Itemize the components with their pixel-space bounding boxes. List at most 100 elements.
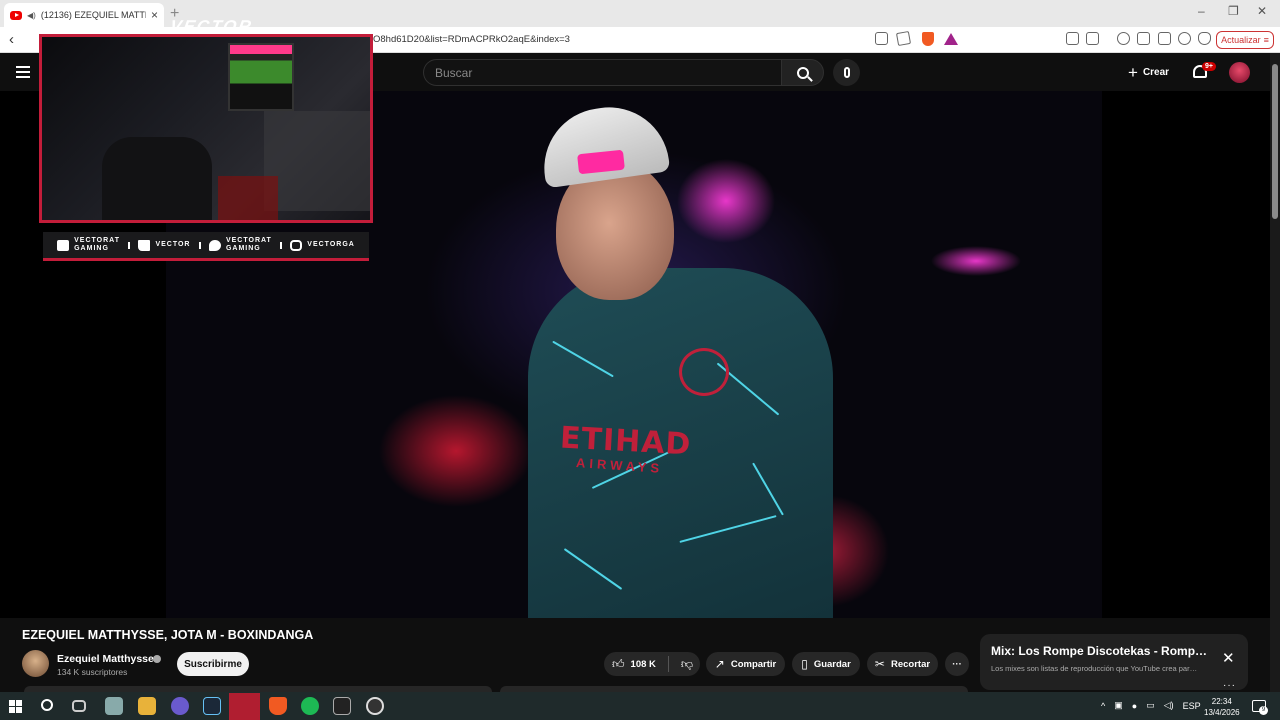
twitter-icon (208, 239, 221, 251)
vpn-icon[interactable] (1198, 32, 1211, 45)
back-arrow-icon[interactable]: ‹ (9, 31, 14, 48)
active-app-tile[interactable] (229, 693, 260, 720)
brave-rewards-icon[interactable] (944, 33, 958, 45)
menu-lines-icon: ≡ (1263, 35, 1269, 45)
share-arrow-icon: ↗ (714, 657, 725, 671)
app-icon-3[interactable] (366, 697, 384, 715)
social-twitch-label: VECTOR (155, 241, 191, 248)
create-label: Crear (1142, 66, 1170, 78)
social-youtube-line2: GAMING (74, 245, 109, 252)
social-links-bar: VECTORAT GAMING VECTOR VECTORAT GAMING VEC… (43, 232, 369, 261)
screenshot-icon[interactable] (1086, 32, 1099, 45)
network-icon[interactable]: ▭ (1146, 700, 1155, 711)
volume-icon[interactable]: ◁) (1164, 700, 1174, 711)
account-avatar[interactable] (1229, 62, 1250, 83)
voice-search-button[interactable] (833, 59, 860, 86)
taskbar-search-icon[interactable] (41, 699, 53, 711)
maximize-icon[interactable]: ❐ (1228, 4, 1239, 18)
social-twitch: VECTOR (138, 239, 191, 251)
app-icon-2[interactable] (333, 697, 351, 715)
social-twitter-line2: GAMING (225, 245, 261, 252)
share-button[interactable]: ↗ Compartir (706, 652, 785, 676)
clip-button[interactable]: ✂ Recortar (867, 652, 938, 676)
windows-taskbar (0, 692, 1280, 720)
more-actions-button[interactable]: ··· (945, 652, 969, 676)
task-view-icon[interactable] (72, 700, 86, 712)
mix-title[interactable]: Mix: Los Rompe Discotekas - Rompe… (991, 644, 1211, 658)
thumbs-down-icon[interactable]: 👎︎ (681, 657, 693, 672)
sidebar-icon[interactable] (1137, 32, 1150, 45)
jersey-crest (679, 348, 729, 396)
minimize-icon[interactable]: – (1198, 4, 1205, 18)
brave-browser-icon[interactable] (269, 697, 287, 715)
media-icon[interactable] (1117, 32, 1130, 45)
channel-name[interactable]: Ezequiel Matthysse (57, 653, 154, 665)
taskbar-clock[interactable]: 22:34 13/4/2026 (1204, 696, 1240, 718)
leo-ai-icon[interactable] (1178, 32, 1191, 45)
social-instagram: VECTORGA (290, 239, 355, 251)
clock-date: 13/4/2026 (1204, 708, 1240, 717)
tray-mic-icon[interactable]: ● (1132, 701, 1137, 711)
close-icon[interactable]: ✕ (1222, 649, 1235, 667)
spotify-icon[interactable] (301, 697, 319, 715)
red-object (218, 176, 278, 220)
mix-more-icon[interactable]: ··· (1223, 680, 1236, 691)
windows-start-icon[interactable] (9, 700, 22, 713)
update-label: Actualizar (1221, 35, 1261, 45)
share-page-icon[interactable] (895, 30, 912, 47)
wallet-icon[interactable] (1158, 32, 1171, 45)
tab-title: (12136) EZEQUIEL MATTHYSSE (40, 10, 146, 20)
subscribe-button[interactable]: Suscribirme (177, 652, 249, 676)
search-button[interactable] (781, 59, 824, 86)
language-indicator[interactable]: ESP (1183, 701, 1201, 711)
divider (667, 656, 669, 672)
notifications-badge: 9+ (1202, 62, 1216, 71)
cast-icon[interactable] (875, 32, 888, 45)
separator (198, 241, 201, 249)
search-input[interactable] (423, 59, 781, 86)
separator (280, 241, 283, 249)
vector-logo: VECTOR (168, 17, 255, 36)
microphone-icon (843, 67, 850, 78)
app-icon[interactable] (171, 697, 189, 715)
url-field[interactable]: O8hd61D20&list=RDmACPRkO2aqE&index=3 (373, 34, 570, 45)
update-browser-button[interactable]: Actualizar ≡ (1216, 31, 1274, 49)
file-explorer-icon[interactable] (138, 697, 156, 715)
scissors-icon: ✂ (874, 657, 885, 671)
video-title: EZEQUIEL MATTHYSSE, JOTA M - BOXINDANGA (22, 628, 314, 642)
social-instagram-label: VECTORGA (307, 241, 355, 248)
social-twitter: VECTORAT GAMING (208, 237, 272, 253)
mix-subtitle: Los mixes son listas de reproducción que… (991, 664, 1198, 673)
social-youtube-line1: VECTORAT (74, 237, 120, 244)
browser-tab[interactable]: ◀) (12136) EZEQUIEL MATTHYSSE × (4, 3, 164, 27)
speaker-icon[interactable]: ◀) (27, 11, 36, 20)
webcam-overlay (39, 34, 373, 223)
clip-label: Recortar (890, 658, 931, 670)
social-twitter-line1: VECTORAT (225, 237, 272, 244)
instagram-icon (290, 239, 303, 251)
like-count[interactable]: 108 K (631, 659, 656, 670)
youtube-icon (57, 239, 70, 251)
clock-time: 22:34 (1211, 697, 1232, 706)
arcade-cabinet (228, 43, 294, 111)
social-youtube: VECTORAT GAMING (57, 237, 120, 253)
share-label: Compartir (730, 658, 777, 670)
brave-shield-icon[interactable] (922, 32, 934, 46)
close-tab-icon[interactable]: × (151, 8, 158, 22)
extensions-icon[interactable] (1066, 32, 1079, 45)
chevron-up-icon[interactable]: ^ (1101, 701, 1105, 711)
menu-icon[interactable] (16, 66, 30, 78)
system-tray: ^ ▣ ● ▭ ◁) ESP (1101, 700, 1201, 711)
like-dislike-group: 👍︎ 108 K 👎︎ (604, 652, 700, 676)
thumbs-up-icon[interactable]: 👍︎ (612, 657, 625, 672)
scrollbar-thumb[interactable] (1272, 64, 1278, 219)
window-close-icon[interactable]: ✕ (1257, 4, 1267, 18)
channel-avatar[interactable] (22, 650, 49, 677)
steam-icon[interactable] (203, 697, 221, 715)
tray-app-icon[interactable]: ▣ (1114, 700, 1123, 711)
mix-playlist-panel[interactable]: Mix: Los Rompe Discotekas - Rompe… Los m… (980, 634, 1248, 690)
create-button[interactable]: + Crear (1128, 63, 1169, 81)
save-label: Guardar (813, 658, 851, 670)
save-button[interactable]: ▯ Guardar (792, 652, 860, 676)
desktop-app-icon[interactable] (105, 697, 123, 715)
